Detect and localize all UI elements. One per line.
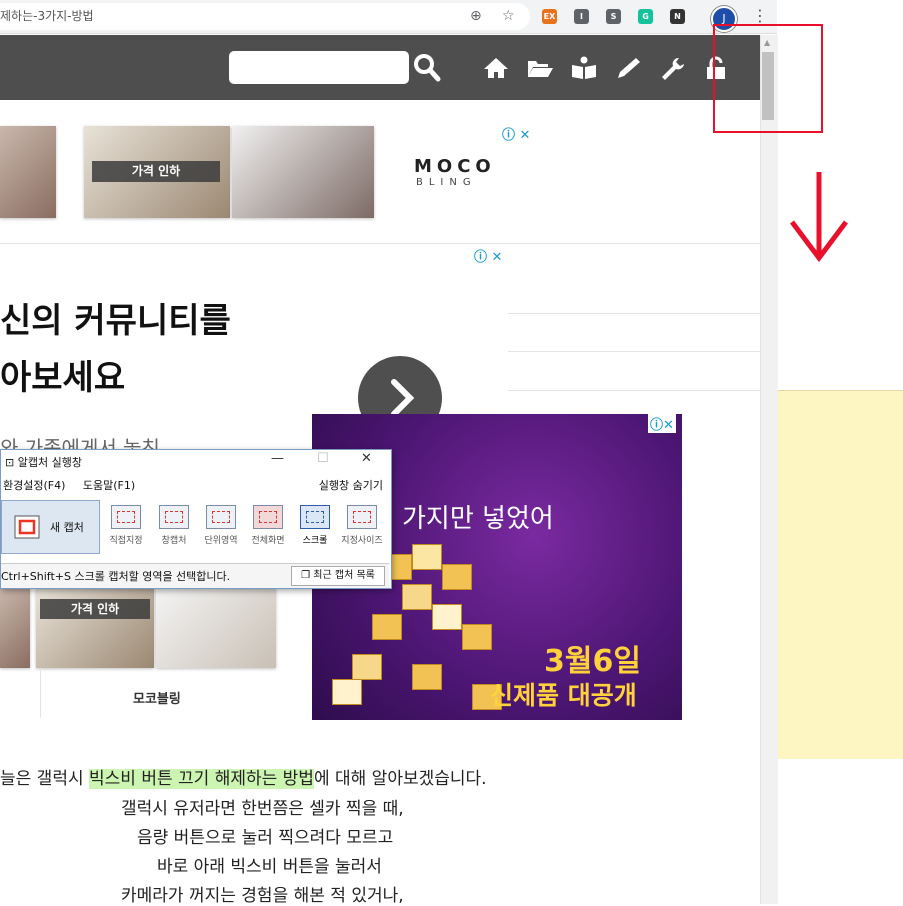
- article-line: 카메라가 꺼지는 경험을 해본 적 있거나,: [121, 886, 404, 906]
- tool-fullscreen[interactable]: 전체화면: [246, 505, 290, 551]
- divider: [508, 351, 760, 352]
- browser-menu-icon[interactable]: ⋮: [752, 6, 768, 25]
- search-icon[interactable]: [412, 52, 442, 82]
- sticky-note: [778, 390, 903, 759]
- menu-settings[interactable]: 환경설정(F4): [3, 479, 65, 492]
- tool-scroll[interactable]: 스크롤: [293, 505, 337, 551]
- tool-label: 전체화면: [251, 536, 285, 546]
- tool-custom-size[interactable]: 지정사이즈: [340, 505, 384, 551]
- adchoices-icon[interactable]: ⓘ✕: [648, 414, 676, 433]
- brand-logo-sub: BLING: [416, 177, 477, 188]
- ex-extension-icon[interactable]: EX: [542, 9, 557, 24]
- folder-open-icon[interactable]: [526, 56, 554, 80]
- highlighted-text: 빅스비 버튼 끄기 해제하는 방법: [89, 769, 314, 789]
- maximize-icon[interactable]: ☐: [317, 451, 329, 466]
- notion-extension-icon[interactable]: N: [670, 9, 685, 24]
- home-icon[interactable]: [482, 56, 510, 80]
- bookmark-star-icon[interactable]: ☆: [502, 3, 515, 30]
- brand-name[interactable]: 모코블링: [133, 688, 181, 707]
- window-title-text: 알캡처 실행창: [17, 456, 82, 469]
- article-text: 에 대해 알아보겠습니다.: [313, 769, 487, 789]
- promo-headline: 아보세요: [0, 358, 126, 398]
- minimize-icon[interactable]: —: [271, 451, 284, 466]
- adchoices-icon[interactable]: ⓘ ✕: [474, 246, 502, 265]
- article-line: 갤럭시 유저라면 한번쯤은 셀카 찍을 때,: [121, 799, 404, 819]
- tool-window-capture[interactable]: 창캡처: [152, 505, 196, 551]
- tool-label: 스크롤: [302, 536, 328, 546]
- tool-label: 지정사이즈: [341, 536, 383, 546]
- tool-label: 창캡처: [161, 536, 187, 546]
- tool-label: 단위영역: [204, 536, 238, 546]
- ad-subtitle: 신제품 대공개: [490, 681, 637, 710]
- recent-captures-label: 최근 캡처 목록: [313, 570, 375, 581]
- close-icon[interactable]: ✕: [361, 451, 372, 466]
- new-capture-button[interactable]: 새 캡처: [1, 500, 100, 554]
- page-scrollbar[interactable]: [760, 35, 778, 904]
- crop-icon: [14, 515, 40, 539]
- tool-unit-area[interactable]: 단위영역: [199, 505, 243, 551]
- recent-captures-button[interactable]: ❐ 최근 캡처 목록: [291, 566, 385, 586]
- divider: [508, 390, 760, 391]
- brand-logo[interactable]: MOCO: [414, 156, 496, 177]
- menu-help[interactable]: 도움말(F1): [83, 479, 135, 492]
- url-text: 제하는-3가지-방법: [0, 9, 94, 23]
- tool-direct-select[interactable]: 직접지정: [104, 505, 148, 551]
- ad-product-image[interactable]: [156, 588, 276, 668]
- zoom-icon[interactable]: ⊕: [470, 3, 482, 30]
- ad-text: 가지만 넣었어: [402, 504, 554, 534]
- status-bar: Ctrl+Shift+S 스크롤 캡처할 영역을 선택합니다. ❐ 최근 캡처 …: [1, 563, 389, 588]
- window-title: ⊡ 알캡처 실행창: [5, 454, 82, 470]
- capture-app-window: ⊡ 알캡처 실행창 — ☐ ✕ 환경설정(F4) 도움말(F1) 실행창 숨기기…: [0, 449, 392, 589]
- divider: [508, 313, 760, 314]
- i-extension-icon[interactable]: I: [574, 9, 589, 24]
- price-drop-badge: 가격 인하: [92, 161, 220, 182]
- article-text: 늘은 갤럭시: [0, 769, 90, 789]
- ad-product-image[interactable]: [0, 126, 56, 218]
- grammarly-extension-icon[interactable]: G: [638, 9, 653, 24]
- wrench-icon[interactable]: [658, 56, 686, 80]
- ad-product-image[interactable]: [232, 126, 374, 218]
- divider: [40, 668, 41, 718]
- divider: [0, 243, 760, 244]
- app-icon: ⊡: [5, 456, 15, 469]
- s-extension-icon[interactable]: S: [606, 9, 621, 24]
- down-arrow-icon: [790, 172, 848, 263]
- new-capture-label: 새 캡처: [50, 521, 84, 534]
- site-search-input[interactable]: [229, 51, 409, 84]
- menu-hide-window[interactable]: 실행창 숨기기: [319, 477, 383, 493]
- promo-headline: 신의 커뮤니티를: [0, 301, 231, 341]
- article-line: 늘은 갤럭시 빅스비 버튼 끄기 해제하는 방법에 대해 알아보겠습니다.: [0, 764, 487, 789]
- ad-product-image[interactable]: [0, 588, 30, 668]
- pen-nib-icon[interactable]: [614, 56, 642, 80]
- status-text: Ctrl+Shift+S 스크롤 캡처할 영역을 선택합니다.: [1, 570, 231, 583]
- tool-label: 직접지정: [109, 536, 143, 546]
- article-line: 음량 버튼으로 눌러 찍으려다 모르고: [137, 828, 394, 848]
- adchoices-icon[interactable]: ⓘ ✕: [502, 124, 530, 143]
- ad-title: 3월6일: [544, 644, 641, 679]
- window-icon: ❐: [301, 570, 311, 581]
- article-line: 바로 아래 빅스비 버튼을 눌러서: [157, 857, 382, 877]
- price-drop-badge: 가격 인하: [40, 599, 150, 619]
- annotation-highlight-box: [713, 24, 823, 133]
- address-bar[interactable]: 제하는-3가지-방법 ⊕ ☆: [0, 3, 530, 30]
- book-reader-icon[interactable]: [570, 56, 598, 80]
